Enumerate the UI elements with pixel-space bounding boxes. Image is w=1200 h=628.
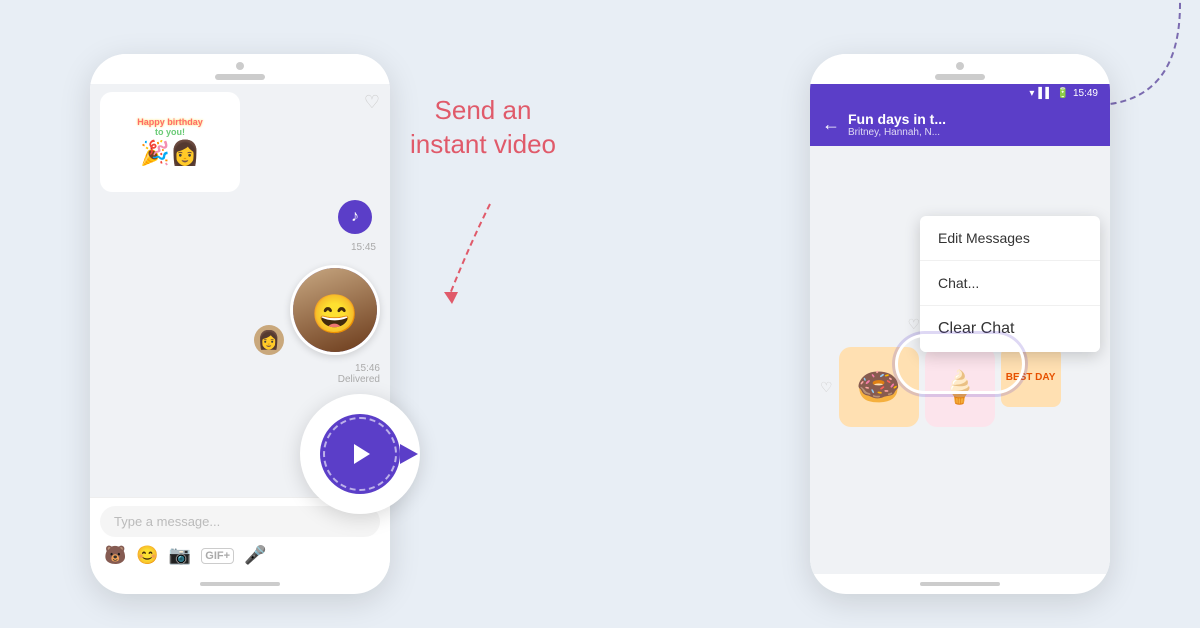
send-instant-line2: instant video — [410, 129, 556, 159]
sticker-icon[interactable]: 🐻 — [104, 545, 126, 566]
right-phone-section: Clear chat ▾ ▌▌ 🔋 15:49 ← Fun — [810, 34, 1110, 594]
signal-icon: ▌▌ — [1038, 88, 1052, 99]
speaker-bar — [215, 74, 265, 80]
phone-bottom-bar — [90, 574, 390, 594]
message-placeholder: Type a message... — [114, 514, 220, 529]
left-phone-top — [90, 54, 390, 84]
avatar-small: 👩 — [254, 325, 284, 355]
heart-left-sticker[interactable]: ♡ — [820, 379, 833, 396]
instant-video-overlay[interactable] — [300, 394, 420, 514]
clear-chat-highlight — [895, 334, 1025, 394]
left-phone-section: Happy birthday to you! 🎉👩 ♡ ♪ 15:45 — [90, 34, 390, 594]
status-time: 15:49 — [1073, 88, 1098, 99]
timestamp-video: 15:46 — [355, 363, 380, 374]
mic-icon[interactable]: 🎤 — [244, 545, 266, 566]
scene: Happy birthday to you! 🎉👩 ♡ ♪ 15:45 — [0, 0, 1200, 628]
bottom-indicator — [200, 582, 280, 586]
toolbar-icons: 🐻 😊 📷 GIF+ 🎤 — [100, 545, 380, 566]
right-chat-body: Edit Messages Chat... Clear Chat 10:11 ♡… — [810, 146, 1110, 574]
emoji-icon[interactable]: 😊 — [136, 545, 158, 566]
right-bottom-indicator — [920, 582, 1000, 586]
dropdown-menu: Edit Messages Chat... Clear Chat — [920, 216, 1100, 352]
video-record-button[interactable] — [320, 414, 400, 494]
music-bubble[interactable]: ♪ — [338, 200, 372, 234]
right-camera-dot — [956, 62, 964, 70]
chat-title: Fun days in t... — [848, 111, 1098, 127]
delivered-row: 15:46 Delivered — [100, 363, 380, 385]
video-circle-inner: 😄 — [293, 268, 377, 352]
right-speaker-bar — [935, 74, 985, 80]
play-triangle-icon — [354, 444, 370, 464]
chat-subtitle: Britney, Hannah, N... — [848, 127, 1098, 138]
birthday-sticker: Happy birthday to you! 🎉👩 — [100, 92, 240, 192]
camera-icon[interactable]: 📷 — [169, 545, 191, 566]
status-bar: ▾ ▌▌ 🔋 15:49 — [810, 84, 1110, 103]
video-circle[interactable]: 😄 — [290, 265, 380, 355]
send-instant-arrow — [430, 194, 530, 324]
send-instant-line1: Send an — [435, 95, 532, 125]
chat-header-info: Fun days in t... Britney, Hannah, N... — [848, 111, 1098, 138]
wifi-icon: ▾ — [1029, 88, 1034, 99]
heart-icon-sticker[interactable]: ♡ — [364, 92, 380, 113]
chat-item[interactable]: Chat... — [920, 261, 1100, 306]
sticker-row: Happy birthday to you! 🎉👩 ♡ — [100, 92, 380, 192]
edit-messages-item[interactable]: Edit Messages — [920, 216, 1100, 261]
chat-header: ← Fun days in t... Britney, Hannah, N... — [810, 103, 1110, 146]
gif-icon[interactable]: GIF+ — [201, 548, 234, 564]
battery-icon: 🔋 — [1057, 88, 1069, 99]
timestamp-sticker: 15:45 — [100, 242, 376, 253]
camera-dot — [236, 62, 244, 70]
message-input[interactable]: Type a message... — [100, 506, 380, 537]
right-phone-top — [810, 54, 1110, 84]
delivered-label: Delivered — [338, 374, 380, 385]
left-phone: Happy birthday to you! 🎉👩 ♡ ♪ 15:45 — [90, 54, 390, 594]
video-message-row: 👩 😄 — [100, 265, 380, 355]
camera-wing-icon — [400, 444, 418, 464]
send-instant-label: Send an instant video — [410, 94, 556, 162]
right-phone: ▾ ▌▌ 🔋 15:49 ← Fun days in t... Britney,… — [810, 54, 1110, 594]
heart-icon-msg[interactable]: ♡ — [908, 316, 921, 333]
back-button[interactable]: ← — [822, 114, 840, 135]
right-phone-bottom — [810, 574, 1110, 594]
